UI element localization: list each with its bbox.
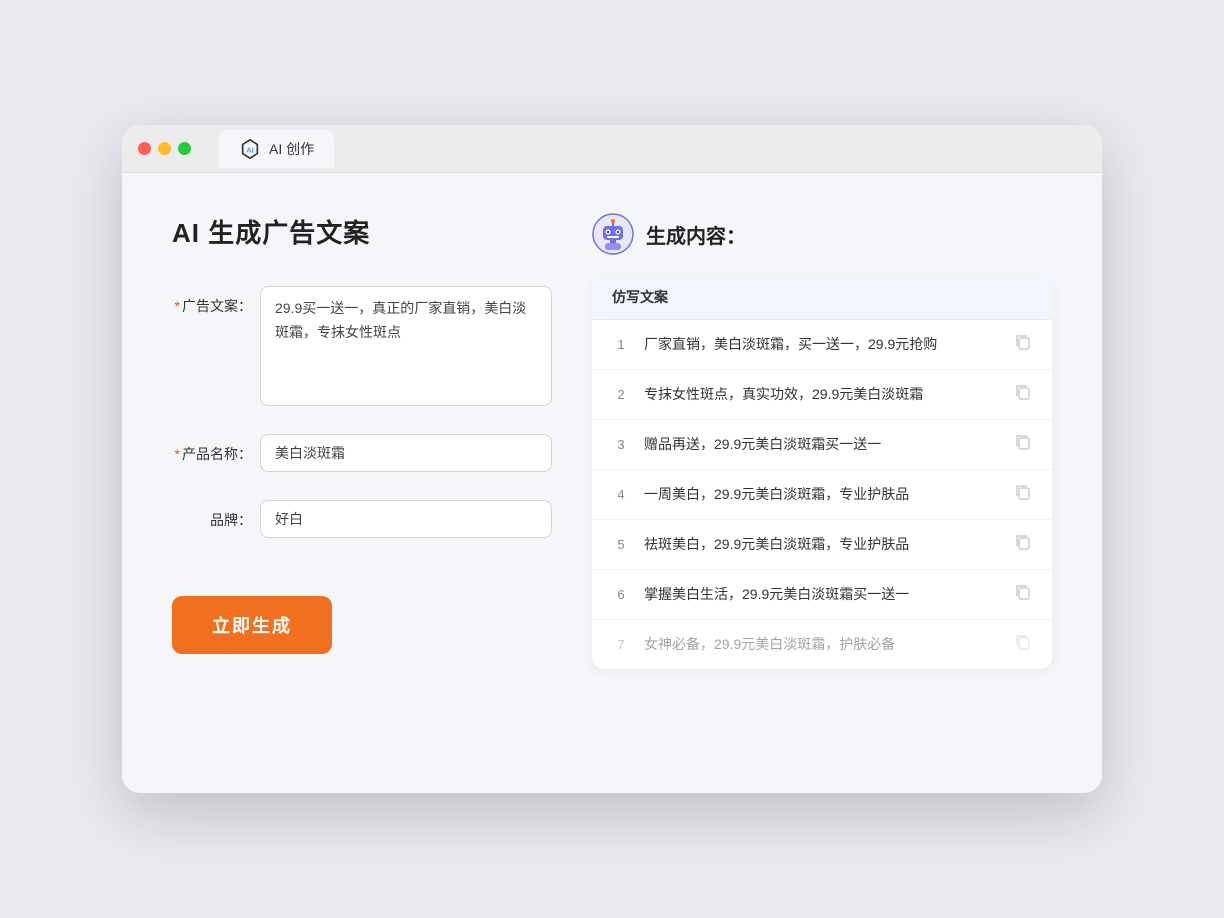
brand-row: 品牌： (172, 500, 552, 538)
result-table: 仿写文案 1 厂家直销，美白淡斑霜，买一送一，29.9元抢购 2 专抹女性斑点，真实… (592, 275, 1052, 669)
row-number: 2 (612, 387, 630, 402)
svg-text:AI: AI (246, 145, 253, 154)
row-number: 3 (612, 437, 630, 452)
table-row: 2 专抹女性斑点，真实功效，29.9元美白淡斑霜 (592, 370, 1052, 420)
brand-input[interactable] (260, 500, 552, 538)
required-star-1: * (175, 298, 180, 314)
table-header: 仿写文案 (592, 275, 1052, 320)
tab-label: AI 创作 (269, 139, 314, 159)
row-number: 6 (612, 587, 630, 602)
row-text: 厂家直销，美白淡斑霜，买一送一，29.9元抢购 (644, 334, 1000, 355)
ad-copy-input[interactable] (260, 286, 552, 406)
copy-icon[interactable] (1014, 383, 1032, 406)
table-row: 5 祛斑美白，29.9元美白淡斑霜，专业护肤品 (592, 520, 1052, 570)
ai-tab[interactable]: AI AI 创作 (219, 130, 334, 168)
minimize-button[interactable] (158, 142, 171, 155)
table-row: 3 赠品再送，29.9元美白淡斑霜买一送一 (592, 420, 1052, 470)
page-title: AI 生成广告文案 (172, 213, 552, 250)
robot-icon (592, 213, 634, 255)
brand-label: 品牌： (172, 500, 252, 530)
row-number: 5 (612, 537, 630, 552)
maximize-button[interactable] (178, 142, 191, 155)
copy-icon[interactable] (1014, 433, 1032, 456)
generate-button[interactable]: 立即生成 (172, 596, 332, 654)
table-row: 1 厂家直销，美白淡斑霜，买一送一，29.9元抢购 (592, 320, 1052, 370)
row-number: 7 (612, 637, 630, 652)
product-name-label: *产品名称： (172, 434, 252, 464)
table-row: 4 一周美白，29.9元美白淡斑霜，专业护肤品 (592, 470, 1052, 520)
main-content: AI 生成广告文案 *广告文案： *产品名称： 品牌： 立 (122, 173, 1102, 793)
table-row: 7 女神必备，29.9元美白淡斑霜，护肤必备 (592, 620, 1052, 669)
traffic-lights (138, 142, 191, 155)
right-panel: 生成内容： 仿写文案 1 厂家直销，美白淡斑霜，买一送一，29.9元抢购 2 专抹女… (592, 213, 1052, 753)
row-text: 女神必备，29.9元美白淡斑霜，护肤必备 (644, 634, 1000, 655)
ad-copy-label: *广告文案： (172, 286, 252, 316)
copy-icon[interactable] (1014, 633, 1032, 656)
result-title: 生成内容： (646, 220, 746, 249)
row-text: 掌握美白生活，29.9元美白淡斑霜买一送一 (644, 584, 1000, 605)
product-name-row: *产品名称： (172, 434, 552, 472)
row-text: 一周美白，29.9元美白淡斑霜，专业护肤品 (644, 484, 1000, 505)
close-button[interactable] (138, 142, 151, 155)
row-text: 祛斑美白，29.9元美白淡斑霜，专业护肤品 (644, 534, 1000, 555)
copy-icon[interactable] (1014, 483, 1032, 506)
row-number: 4 (612, 487, 630, 502)
left-panel: AI 生成广告文案 *广告文案： *产品名称： 品牌： 立 (172, 213, 552, 753)
titlebar: AI AI 创作 (122, 125, 1102, 173)
copy-icon[interactable] (1014, 533, 1032, 556)
row-number: 1 (612, 337, 630, 352)
copy-icon[interactable] (1014, 583, 1032, 606)
ad-copy-row: *广告文案： (172, 286, 552, 406)
required-star-2: * (175, 446, 180, 462)
row-text: 专抹女性斑点，真实功效，29.9元美白淡斑霜 (644, 384, 1000, 405)
ai-tab-icon: AI (239, 138, 261, 160)
table-row: 6 掌握美白生活，29.9元美白淡斑霜买一送一 (592, 570, 1052, 620)
browser-window: AI AI 创作 AI 生成广告文案 *广告文案： *产品名称： (122, 125, 1102, 793)
result-header: 生成内容： (592, 213, 1052, 255)
product-name-input[interactable] (260, 434, 552, 472)
result-rows: 1 厂家直销，美白淡斑霜，买一送一，29.9元抢购 2 专抹女性斑点，真实功效，29… (592, 320, 1052, 669)
row-text: 赠品再送，29.9元美白淡斑霜买一送一 (644, 434, 1000, 455)
copy-icon[interactable] (1014, 333, 1032, 356)
